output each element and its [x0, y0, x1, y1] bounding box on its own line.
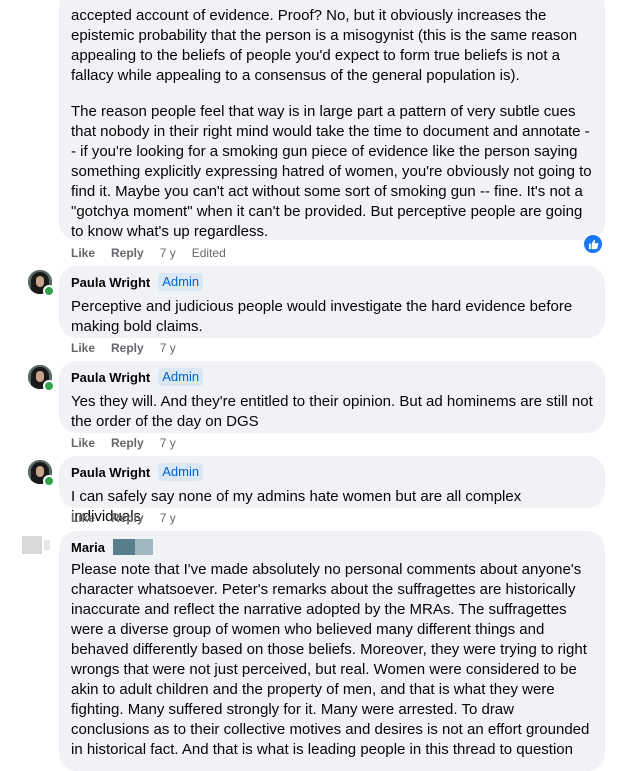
comment-bubble: Paula Wright Admin I can safely say none… [59, 456, 605, 525]
timestamp[interactable]: 7 y [160, 511, 176, 525]
comment-text: accepted account of evidence. Proof? No,… [71, 7, 578, 84]
like-reaction-icon[interactable] [582, 233, 604, 255]
redacted-surname [112, 539, 153, 555]
comment-actions: Like Reply 7 y [71, 340, 176, 356]
author-name[interactable]: Paula Wright [71, 465, 150, 480]
admin-badge: Admin [158, 273, 204, 291]
comment-actions: Like Reply 7 y [71, 435, 176, 451]
online-status-icon [43, 475, 55, 487]
admin-badge: Admin [158, 463, 204, 481]
comment-text: Yes they will. And they're entitled to t… [71, 393, 593, 430]
like-button[interactable]: Like [71, 341, 95, 355]
online-status-icon [43, 285, 55, 297]
comment-bubble: Paula Wright Admin Yes they will. And th… [59, 361, 605, 433]
like-button[interactable]: Like [71, 436, 95, 450]
author-name[interactable]: Maria [71, 540, 105, 555]
timestamp[interactable]: 7 y [160, 246, 176, 260]
timestamp[interactable]: 7 y [160, 341, 176, 355]
admin-badge: Admin [158, 368, 204, 386]
reply-button[interactable]: Reply [111, 246, 144, 260]
timestamp[interactable]: 7 y [160, 436, 176, 450]
like-button[interactable]: Like [71, 511, 95, 525]
comment-text: Please note that I've made absolutely no… [71, 561, 590, 758]
avatar-redaction [44, 540, 50, 550]
comment-bubble: accepted account of evidence. Proof? No,… [59, 0, 605, 240]
avatar[interactable] [22, 536, 42, 554]
author-name[interactable]: Paula Wright [71, 275, 150, 290]
comment-text: Perceptive and judicious people would in… [71, 298, 573, 335]
comment-actions: Like Reply 7 y Edited [71, 245, 226, 261]
reply-button[interactable]: Reply [111, 341, 144, 355]
reply-button[interactable]: Reply [111, 511, 144, 525]
comment-bubble: Paula Wright Admin Perceptive and judici… [59, 266, 605, 338]
online-status-icon [43, 380, 55, 392]
edited-label: Edited [191, 246, 226, 260]
author-name[interactable]: Paula Wright [71, 370, 150, 385]
like-button[interactable]: Like [71, 246, 95, 260]
comment-text: The reason people feel that way is in la… [71, 103, 592, 240]
comment-bubble: Maria Please note that I've made absolut… [59, 531, 605, 771]
reply-button[interactable]: Reply [111, 436, 144, 450]
comment-actions: Like Reply 7 y [71, 510, 176, 526]
